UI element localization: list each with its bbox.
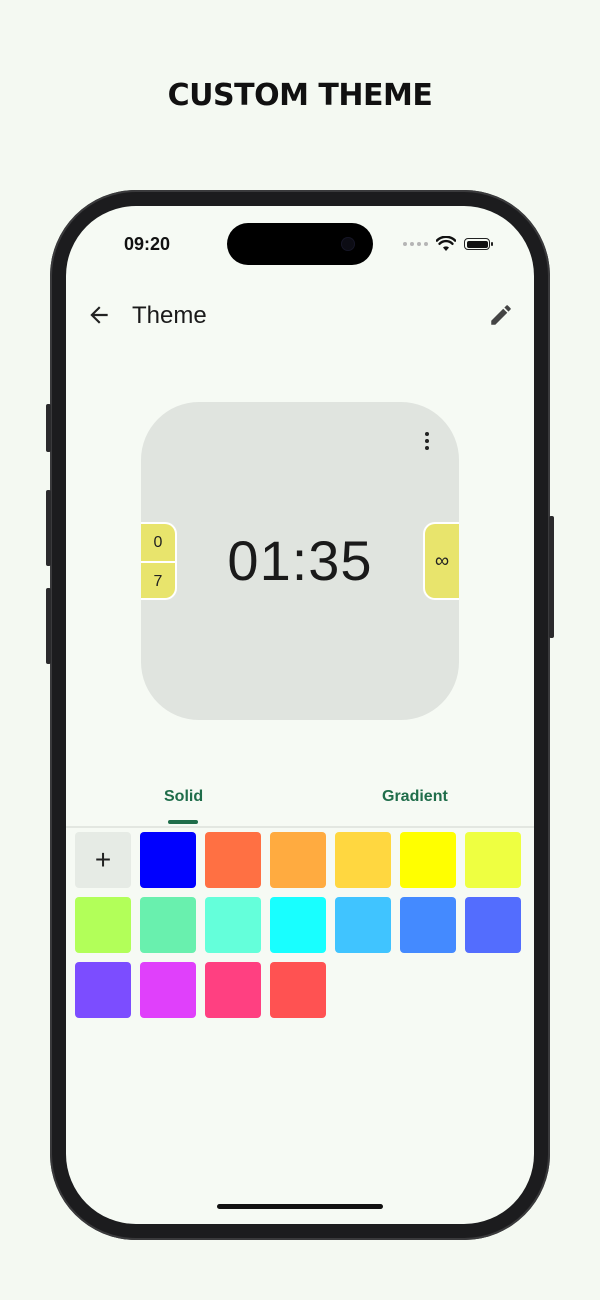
edit-pencil-icon[interactable] (488, 302, 514, 328)
headline-word-theme-text: THEME (318, 78, 433, 113)
color-swatch-grid: + (75, 832, 534, 1027)
home-indicator[interactable] (217, 1204, 383, 1209)
camera-icon (341, 237, 355, 251)
color-swatch[interactable] (270, 962, 326, 1018)
app-bar: Theme (66, 296, 534, 336)
status-icons (403, 236, 493, 252)
color-swatch[interactable] (270, 832, 326, 888)
color-swatch[interactable] (140, 897, 196, 953)
color-swatch[interactable] (205, 832, 261, 888)
swatch-row: + (75, 832, 534, 888)
more-vert-icon[interactable] (423, 432, 431, 454)
clock-display: 01:35 (227, 529, 373, 592)
color-swatch[interactable] (465, 897, 521, 953)
color-swatch[interactable] (75, 962, 131, 1018)
battery-icon (464, 238, 493, 250)
volume-up-button (46, 490, 51, 566)
color-swatch[interactable] (465, 832, 521, 888)
color-swatch[interactable] (335, 897, 391, 953)
color-swatch[interactable] (205, 897, 261, 953)
page-title: Theme (132, 302, 207, 329)
signal-icon (403, 242, 428, 246)
color-swatch[interactable] (140, 832, 196, 888)
color-swatch[interactable] (270, 897, 326, 953)
headline-word-theme: THEME (318, 78, 432, 113)
status-time: 09:20 (124, 234, 171, 254)
swatch-row (75, 962, 534, 1018)
color-swatch[interactable] (140, 962, 196, 1018)
color-swatch[interactable] (335, 832, 391, 888)
color-swatch[interactable] (205, 962, 261, 1018)
color-swatch[interactable] (400, 897, 456, 953)
back-arrow-icon[interactable] (86, 302, 112, 328)
tab-bar: Solid Gradient (66, 784, 534, 828)
dynamic-island (227, 223, 373, 265)
add-color-button[interactable]: + (75, 832, 131, 888)
theme-preview: 0 7 01:35 ∞ (141, 402, 459, 720)
headline: CUSTOM THEME (0, 78, 600, 113)
wifi-icon (436, 236, 456, 251)
power-button (549, 516, 554, 638)
headline-word-custom: CUSTOM (167, 78, 309, 113)
color-swatch[interactable] (75, 897, 131, 953)
tab-gradient[interactable]: Gradient (382, 788, 448, 806)
volume-down-button (46, 588, 51, 664)
color-swatch[interactable] (400, 832, 456, 888)
swatch-row (75, 897, 534, 953)
tab-solid[interactable]: Solid (164, 788, 203, 806)
phone-screen: 09:20 Theme 0 7 01:35 ∞ Solid Gradient + (66, 206, 534, 1224)
right-counter: ∞ (423, 522, 459, 600)
tab-indicator (168, 820, 198, 824)
action-button (46, 404, 51, 452)
